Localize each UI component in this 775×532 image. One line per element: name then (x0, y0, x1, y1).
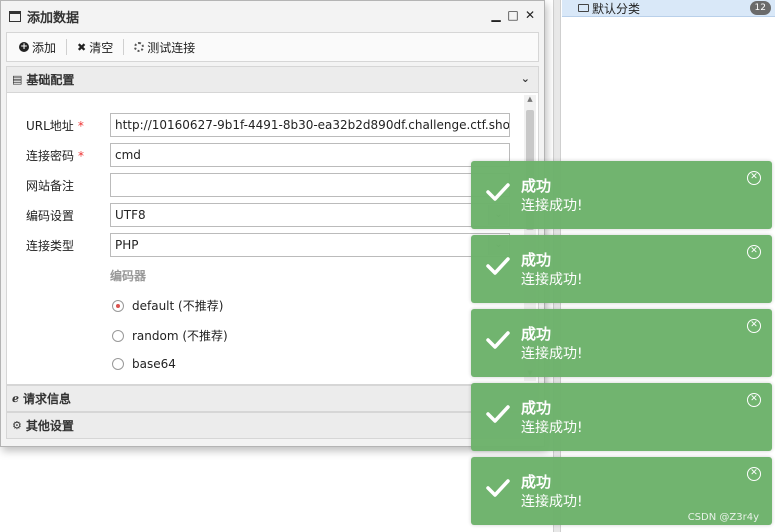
password-row: 连接密码 * cmd (7, 143, 522, 167)
type-select[interactable]: PHP⌄ (110, 233, 510, 257)
password-label: 连接密码 * (26, 147, 84, 164)
section-other-settings[interactable]: ⚙ 其他设置 (6, 412, 539, 439)
add-data-dialog: 添加数据 ▁ □ ✕ + 添加 ✖ 清空 测试连接 ▤ 基础配置 ⌄ URL地址… (0, 0, 545, 447)
close-icon[interactable]: ✕ (747, 171, 761, 185)
gears-icon: ⚙ (12, 419, 22, 432)
close-icon[interactable]: ✕ (747, 245, 761, 259)
encoding-select[interactable]: UTF8⌄ (110, 203, 510, 227)
clear-icon: ✖ (77, 40, 87, 54)
toolbar-divider (66, 39, 68, 55)
encoding-value: UTF8 (115, 208, 146, 222)
folder-icon (578, 4, 589, 12)
chevron-down-icon: ⌄ (520, 72, 530, 85)
watermark: CSDN @Z3r4y (687, 512, 759, 523)
close-icon[interactable]: ✕ (747, 393, 761, 407)
toast-stack: 成功 连接成功! ✕ 成功 连接成功! ✕ 成功 连接成功! ✕ 成功 连接成功… (471, 161, 772, 531)
note-row: 网站备注 (7, 173, 522, 197)
radio-icon[interactable] (112, 358, 124, 370)
success-toast[interactable]: 成功 连接成功! ✕ (471, 161, 772, 229)
scroll-up-icon[interactable]: ▲ (524, 95, 536, 107)
section-request-info[interactable]: ℯ 请求信息 (6, 385, 539, 412)
maximize-button[interactable]: □ (507, 8, 519, 22)
encoder-option-label: default (不推荐) (132, 299, 224, 313)
section-other-label: 其他设置 (25, 419, 74, 433)
type-row: 连接类型 PHP⌄ (7, 233, 522, 257)
add-icon: + (19, 42, 29, 52)
close-icon[interactable]: ✕ (747, 319, 761, 333)
encoder-option-random[interactable]: random (不推荐) (112, 327, 228, 344)
toast-message: 连接成功! (521, 494, 583, 510)
clear-button[interactable]: ✖ 清空 (71, 39, 119, 56)
type-value: PHP (115, 238, 139, 252)
toast-title: 成功 (521, 325, 552, 343)
radio-selected-icon[interactable] (112, 299, 124, 312)
minimize-button[interactable]: ▁ (490, 8, 502, 22)
toast-message: 连接成功! (521, 272, 583, 288)
toast-title: 成功 (521, 399, 552, 417)
basic-config-panel: URL地址 * http://10160627-9b1f-4491-8b30-ea… (6, 93, 539, 385)
toast-message: 连接成功! (521, 420, 583, 436)
window-icon (9, 11, 21, 22)
success-toast[interactable]: 成功 连接成功! ✕ (471, 309, 772, 377)
close-button[interactable]: ✕ (524, 8, 536, 22)
add-button[interactable]: + 添加 (13, 39, 62, 56)
url-label-text: URL地址 (26, 119, 74, 133)
required-marker: * (77, 119, 84, 133)
spinner-icon (134, 42, 145, 52)
encoder-option-label: random (不推荐) (132, 329, 228, 343)
check-icon (486, 183, 510, 201)
section-request-label: 请求信息 (23, 392, 72, 406)
add-label: 添加 (32, 40, 57, 55)
password-label-text: 连接密码 (26, 149, 75, 163)
note-label: 网站备注 (26, 179, 75, 193)
encoder-option-label: base64 (132, 357, 176, 371)
encoding-label: 编码设置 (26, 209, 75, 223)
dialog-toolbar: + 添加 ✖ 清空 测试连接 (6, 32, 539, 62)
section-basic-label: 基础配置 (26, 73, 75, 87)
radio-icon[interactable] (112, 329, 124, 342)
url-label: URL地址 * (26, 117, 84, 134)
toast-title: 成功 (521, 177, 552, 195)
check-icon (486, 331, 510, 349)
window-controls: ▁ □ ✕ (490, 8, 536, 22)
test-connection-label: 测试连接 (147, 40, 196, 55)
close-icon[interactable]: ✕ (747, 467, 761, 481)
check-icon (486, 479, 510, 497)
check-icon (486, 405, 510, 423)
dialog-titlebar[interactable]: 添加数据 (1, 1, 544, 32)
toast-title: 成功 (521, 473, 552, 491)
encoder-option-default[interactable]: default (不推荐) (112, 297, 223, 314)
required-marker: * (78, 149, 85, 163)
note-input[interactable] (110, 173, 510, 197)
toolbar-divider (123, 39, 125, 55)
encoder-title: 编码器 (110, 269, 147, 283)
url-row: URL地址 * http://10160627-9b1f-4491-8b30-ea… (7, 113, 522, 137)
category-default[interactable]: 默认分类 12 (562, 0, 775, 17)
edge-icon: ℯ (12, 392, 19, 405)
toast-message: 连接成功! (521, 346, 583, 362)
toast-title: 成功 (521, 251, 552, 269)
password-input[interactable]: cmd (110, 143, 510, 167)
category-count-badge: 12 (749, 1, 771, 15)
toast-message: 连接成功! (521, 198, 583, 214)
encoder-option-base64[interactable]: base64 (112, 357, 176, 371)
url-input[interactable]: http://10160627-9b1f-4491-8b30-ea32b2d89… (110, 113, 510, 137)
encoding-row: 编码设置 UTF8⌄ (7, 203, 522, 227)
check-icon (486, 257, 510, 275)
success-toast[interactable]: 成功 连接成功! ✕ (471, 235, 772, 303)
list-icon: ▤ (12, 73, 23, 86)
category-label: 默认分类 (592, 1, 641, 16)
test-connection-button[interactable]: 测试连接 (128, 39, 201, 56)
type-label: 连接类型 (26, 239, 75, 253)
success-toast[interactable]: 成功 连接成功! ✕ (471, 383, 772, 451)
section-basic-config[interactable]: ▤ 基础配置 ⌄ (6, 66, 539, 93)
clear-label: 清空 (89, 40, 114, 55)
dialog-title: 添加数据 (27, 11, 80, 26)
